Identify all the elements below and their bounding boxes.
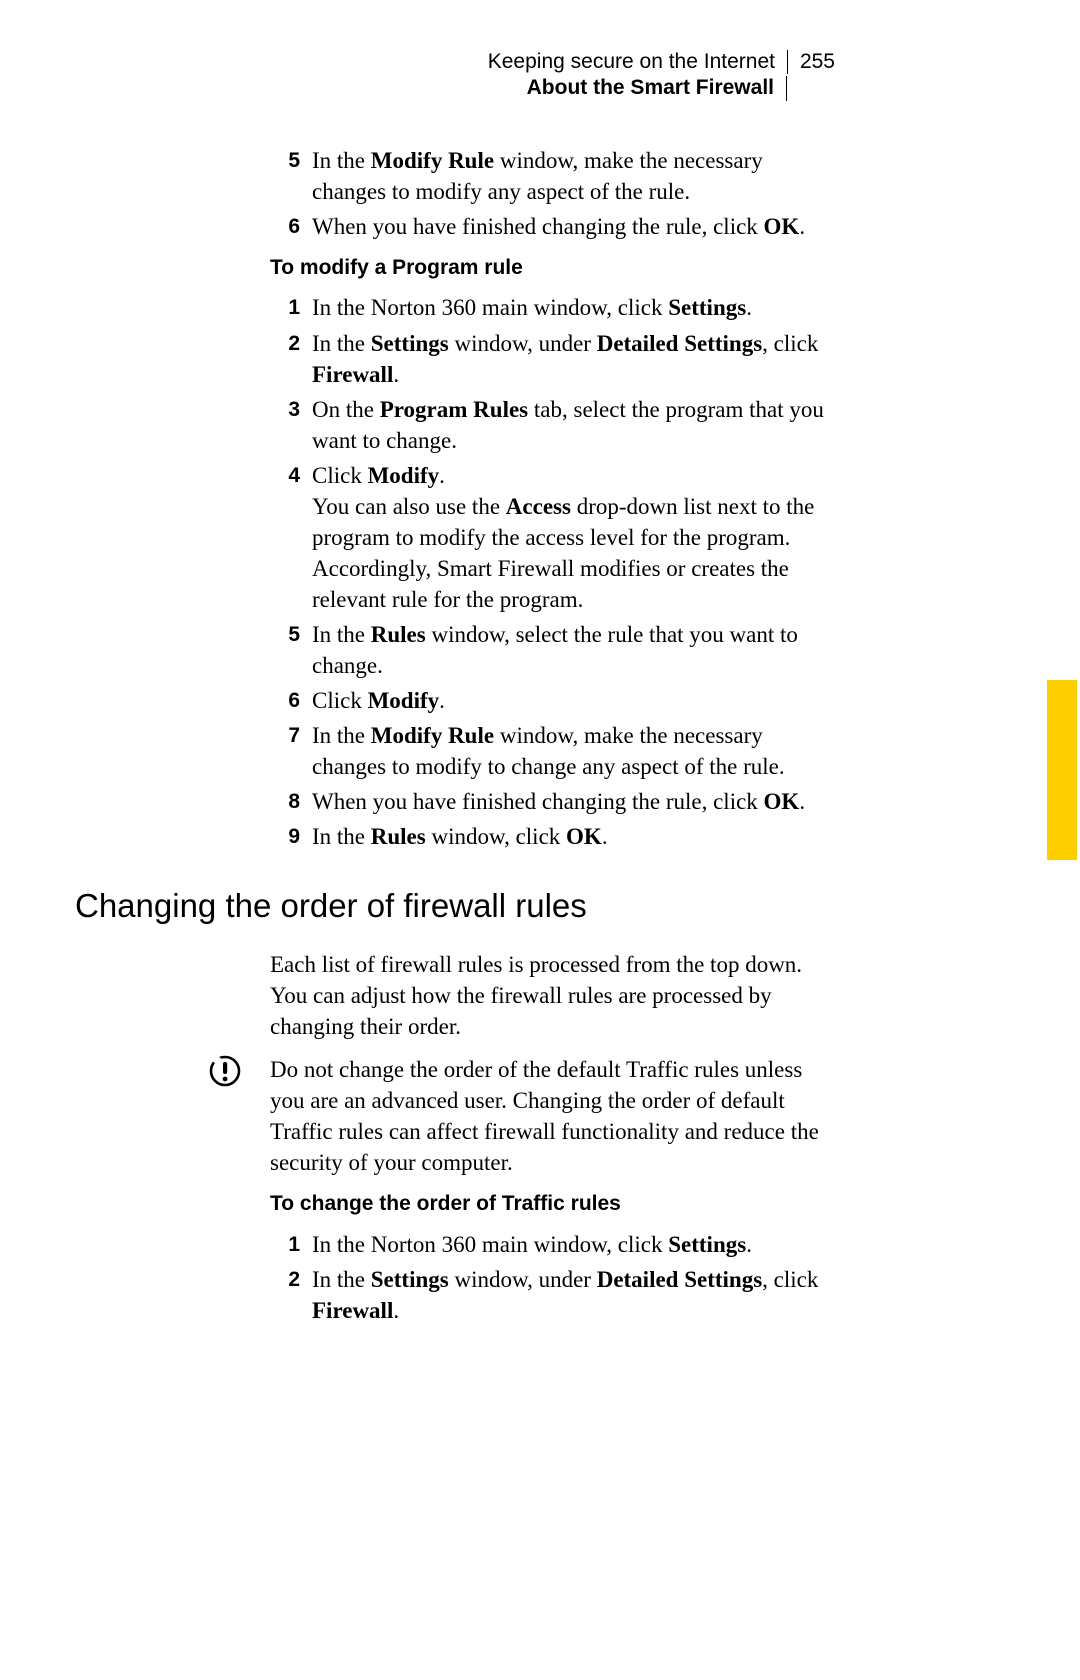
- procedure-heading-modify-program-rule: To modify a Program rule: [270, 254, 840, 282]
- step-number: 2: [270, 328, 300, 390]
- step-number: 5: [270, 145, 300, 207]
- list-item: 8When you have finished changing the rul…: [270, 786, 840, 817]
- warning-block: Do not change the order of the default T…: [270, 1054, 840, 1178]
- step-number: 4: [270, 460, 300, 615]
- list-item: 7In the Modify Rule window, make the nec…: [270, 720, 840, 782]
- list-item: 5In the Modify Rule window, make the nec…: [270, 145, 840, 207]
- step-number: 9: [270, 821, 300, 852]
- step-number: 1: [270, 1229, 300, 1260]
- procedure-heading-change-order: To change the order of Traffic rules: [270, 1190, 840, 1218]
- step-number: 8: [270, 786, 300, 817]
- step-text: In the Modify Rule window, make the nece…: [300, 720, 840, 782]
- step-text: When you have finished changing the rule…: [300, 211, 840, 242]
- step-number: 5: [270, 619, 300, 681]
- step-text: In the Rules window, select the rule tha…: [300, 619, 840, 681]
- page-header: Keeping secure on the Internet 255 About…: [488, 50, 835, 101]
- page-edge-tab: [1047, 680, 1077, 860]
- step-text: Click Modify.You can also use the Access…: [300, 460, 840, 615]
- list-item: 3On the Program Rules tab, select the pr…: [270, 394, 840, 456]
- change-order-traffic-rules-steps: 1In the Norton 360 main window, click Se…: [270, 1229, 840, 1326]
- header-divider: [787, 50, 788, 74]
- list-item: 2In the Settings window, under Detailed …: [270, 328, 840, 390]
- header-divider-2: [786, 76, 787, 101]
- list-item: 2In the Settings window, under Detailed …: [270, 1264, 840, 1326]
- intro-paragraph: Each list of firewall rules is processed…: [270, 949, 840, 1042]
- list-item: 9In the Rules window, click OK.: [270, 821, 840, 852]
- modify-program-rule-steps: 1In the Norton 360 main window, click Se…: [270, 292, 840, 852]
- warning-icon: [208, 1054, 242, 1088]
- list-item: 1In the Norton 360 main window, click Se…: [270, 1229, 840, 1260]
- page-content: 5In the Modify Rule window, make the nec…: [270, 145, 840, 1330]
- header-line-2: About the Smart Firewall 255: [488, 76, 835, 101]
- document-page: Keeping secure on the Internet 255 About…: [0, 0, 1080, 1680]
- step-number: 3: [270, 394, 300, 456]
- warning-paragraph: Do not change the order of the default T…: [270, 1054, 840, 1178]
- step-text: Click Modify.: [300, 685, 840, 716]
- continued-steps-list: 5In the Modify Rule window, make the nec…: [270, 145, 840, 242]
- step-text: In the Norton 360 main window, click Set…: [300, 292, 840, 323]
- step-text: In the Rules window, click OK.: [300, 821, 840, 852]
- list-item: 4Click Modify.You can also use the Acces…: [270, 460, 840, 615]
- step-text: In the Settings window, under Detailed S…: [300, 1264, 840, 1326]
- step-text: In the Modify Rule window, make the nece…: [300, 145, 840, 207]
- step-text: When you have finished changing the rule…: [300, 786, 840, 817]
- chapter-title: Keeping secure on the Internet: [488, 50, 775, 74]
- header-line-1: Keeping secure on the Internet 255: [488, 50, 835, 74]
- step-text: In the Norton 360 main window, click Set…: [300, 1229, 840, 1260]
- step-number: 6: [270, 685, 300, 716]
- page-number: 255: [800, 50, 835, 74]
- section-heading: Changing the order of firewall rules: [75, 884, 835, 929]
- header-subtitle: About the Smart Firewall: [527, 76, 774, 101]
- step-text: In the Settings window, under Detailed S…: [300, 328, 840, 390]
- list-item: 5In the Rules window, select the rule th…: [270, 619, 840, 681]
- step-number: 1: [270, 292, 300, 323]
- step-number: 6: [270, 211, 300, 242]
- step-number: 7: [270, 720, 300, 782]
- list-item: 6When you have finished changing the rul…: [270, 211, 840, 242]
- step-text: On the Program Rules tab, select the pro…: [300, 394, 840, 456]
- step-number: 2: [270, 1264, 300, 1326]
- list-item: 1In the Norton 360 main window, click Se…: [270, 292, 840, 323]
- list-item: 6Click Modify.: [270, 685, 840, 716]
